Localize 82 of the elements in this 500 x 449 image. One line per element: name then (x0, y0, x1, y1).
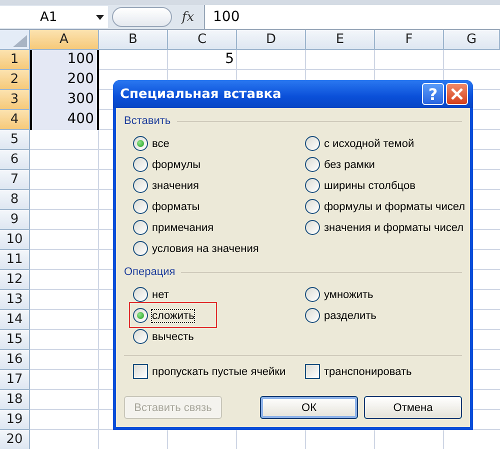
radio-option[interactable]: ширины столбцов (305, 175, 465, 196)
section-heading: Вставить (124, 115, 171, 127)
radio-button[interactable] (133, 241, 148, 256)
row-header[interactable]: 6 (0, 150, 30, 170)
row-header[interactable]: 12 (0, 270, 30, 290)
row-header[interactable]: 5 (0, 130, 30, 150)
radio-option[interactable]: примечания (133, 217, 305, 238)
name-box[interactable]: A1 (0, 6, 108, 28)
table-cell-text: 5 (224, 50, 235, 69)
radio-option[interactable]: условия на значения (133, 238, 305, 259)
table-cell: 400 (30, 110, 99, 130)
radio-button[interactable] (305, 136, 320, 151)
column-header[interactable]: E (306, 30, 375, 50)
radio-option[interactable]: формулы (133, 154, 305, 175)
checkbox[interactable] (133, 364, 148, 379)
row-header[interactable]: 11 (0, 250, 30, 270)
row-header[interactable]: 16 (0, 350, 30, 370)
checkbox-option[interactable]: транспонировать (305, 364, 465, 379)
radio-button[interactable] (133, 136, 148, 151)
checkbox[interactable] (305, 364, 320, 379)
radio-option[interactable]: все (133, 133, 305, 154)
radio-button[interactable] (305, 199, 320, 214)
close-icon (451, 88, 463, 100)
radio-option[interactable]: вычесть (133, 326, 194, 347)
checkbox-option[interactable]: пропускать пустые ячейки (133, 364, 305, 379)
row-header[interactable]: 18 (0, 390, 30, 410)
radio-option[interactable]: нет (133, 284, 169, 305)
dropdown-arrow-icon[interactable] (96, 14, 104, 20)
radio-option[interactable]: сложить (133, 305, 194, 326)
row-header[interactable]: 13 (0, 290, 30, 310)
close-button[interactable] (446, 83, 468, 105)
row-header[interactable]: 17 (0, 370, 30, 390)
row-header[interactable]: 9 (0, 210, 30, 230)
triangle-icon (13, 35, 27, 47)
column-header[interactable]: D (237, 30, 306, 50)
dialog-button[interactable]: ОК (260, 396, 358, 419)
radio-button[interactable] (133, 308, 148, 323)
row-header[interactable]: 4 (0, 110, 30, 130)
dialog-button[interactable]: Отмена (364, 396, 462, 419)
window-title: Специальная вставка (120, 86, 282, 102)
row-header[interactable]: 2 (0, 70, 30, 90)
help-button[interactable]: ? (422, 83, 444, 105)
row-header[interactable]: 15 (0, 330, 30, 350)
section-heading: Операция (124, 266, 176, 278)
radio-option[interactable]: формулы и форматы чисел (305, 196, 465, 217)
radio-button[interactable] (305, 287, 320, 302)
row-header[interactable]: 7 (0, 170, 30, 190)
radio-button[interactable] (133, 329, 148, 344)
row-header[interactable]: 14 (0, 310, 30, 330)
radio-button[interactable] (305, 157, 320, 172)
function-button[interactable]: fx (176, 10, 200, 24)
row-header[interactable]: 19 (0, 410, 30, 430)
radio-option[interactable]: без рамки (305, 154, 465, 175)
radio-button[interactable] (305, 178, 320, 193)
radio-button[interactable] (133, 178, 148, 193)
row-header[interactable]: 8 (0, 190, 30, 210)
column-header[interactable]: C (168, 30, 237, 50)
radio-button[interactable] (305, 220, 320, 235)
radio-button[interactable] (133, 220, 148, 235)
row-header[interactable]: 10 (0, 230, 30, 250)
column-header[interactable]: G (444, 30, 500, 50)
table-cell: 100 (30, 50, 99, 70)
row-header[interactable]: 3 (0, 90, 30, 110)
table-cell: 300 (30, 90, 99, 110)
radio-button[interactable] (133, 287, 148, 302)
column-header[interactable]: A (30, 30, 99, 50)
formula-field[interactable]: 100 (204, 5, 500, 29)
row-header[interactable]: 1 (0, 50, 30, 70)
radio-option[interactable]: значения (133, 175, 305, 196)
radio-option[interactable]: с исходной темой (305, 133, 465, 154)
column-header[interactable]: B (99, 30, 168, 50)
radio-option[interactable]: форматы (133, 196, 305, 217)
radio-option[interactable]: разделить (305, 305, 376, 326)
radio-option[interactable]: значения и форматы чисел (305, 217, 465, 238)
column-header[interactable]: F (375, 30, 444, 50)
row-header[interactable]: 20 (0, 430, 30, 449)
table-cell: 200 (30, 70, 99, 90)
radio-button[interactable] (305, 308, 320, 323)
radio-button[interactable] (133, 199, 148, 214)
radio-button[interactable] (133, 157, 148, 172)
radio-option[interactable]: умножить (305, 284, 374, 305)
resize-handle-icon[interactable] (112, 7, 172, 27)
